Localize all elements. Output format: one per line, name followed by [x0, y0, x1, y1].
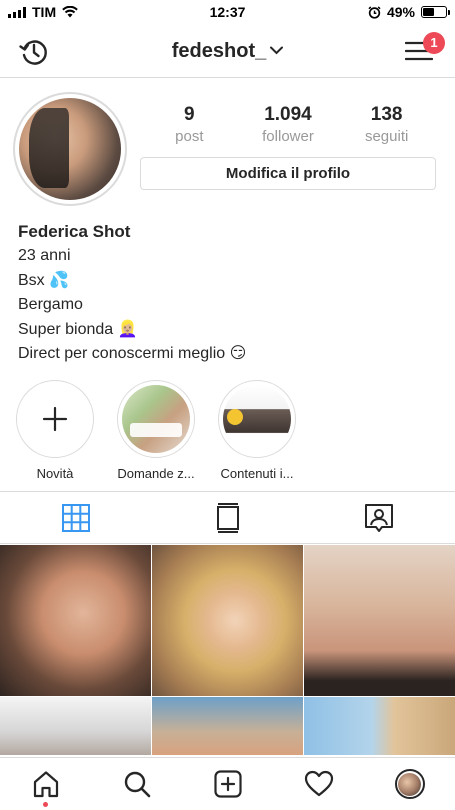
post-thumbnail[interactable] — [0, 697, 151, 755]
tagged-user-icon — [365, 503, 394, 532]
alarm-clock-icon — [368, 5, 381, 19]
stat-value: 1.094 — [264, 104, 312, 125]
plus-icon — [42, 406, 68, 432]
highlight-label: Domande z... — [117, 466, 195, 481]
search-icon — [124, 771, 150, 798]
status-right: 49% — [368, 4, 450, 20]
grid-icon — [61, 503, 90, 532]
notification-badge: 1 — [423, 32, 445, 54]
username-title: fedeshot_ — [171, 40, 267, 62]
stat-label: seguiti — [364, 128, 409, 145]
bio-line: 23 anni — [18, 247, 71, 264]
account-switcher[interactable]: fedeshot_ — [0, 40, 455, 63]
bio-line: Bergamo — [18, 296, 83, 313]
status-bar: TIM 12:37 49% — [0, 0, 455, 24]
nav-new-post[interactable] — [198, 759, 258, 809]
post-thumbnail[interactable] — [304, 545, 455, 696]
highlight-ring — [16, 380, 94, 458]
tab-feed[interactable] — [152, 492, 304, 543]
posts-grid — [0, 545, 455, 755]
highlight-ring — [117, 380, 195, 458]
profile-avatar-icon — [394, 769, 425, 799]
profile-stats: 9 post 1.094 follower 138 seguiti — [140, 104, 436, 145]
stat-label: post — [175, 128, 204, 145]
post-thumbnail[interactable] — [0, 545, 151, 696]
highlight-label: Contenuti i... — [220, 466, 294, 481]
nav-home[interactable] — [16, 759, 76, 809]
home-icon — [33, 771, 58, 798]
battery-level — [423, 8, 434, 16]
post-thumbnail[interactable] — [152, 697, 303, 755]
tab-tagged[interactable] — [303, 492, 455, 543]
feed-list-icon — [216, 502, 239, 533]
stat-label: follower — [262, 128, 314, 145]
bio-line: Direct per conoscermi meglio 😏 — [18, 345, 247, 362]
tab-grid[interactable] — [0, 492, 152, 543]
story-highlights: Novità Domande z... Contenuti i... — [14, 380, 455, 481]
stat-value: 9 — [184, 104, 195, 125]
add-post-icon — [213, 770, 242, 798]
post-thumbnail[interactable] — [152, 545, 303, 696]
emoji-face-icon — [227, 409, 243, 425]
highlight-domande[interactable]: Domande z... — [115, 380, 197, 481]
post-thumbnail[interactable] — [304, 697, 455, 755]
activity-dot — [43, 802, 48, 807]
bottom-navigation — [0, 757, 455, 810]
heart-icon — [304, 770, 333, 797]
highlight-label: Novità — [36, 466, 74, 481]
avatar-image — [19, 98, 121, 200]
profile-content-tabs — [0, 491, 455, 544]
profile-avatar[interactable] — [13, 92, 127, 206]
nav-search[interactable] — [107, 759, 167, 809]
stat-value: 138 — [370, 104, 403, 125]
stat-following[interactable]: 138 seguiti — [338, 104, 436, 145]
profile-bio: Federica Shot 23 anni Bsx 💦 Bergamo Supe… — [18, 220, 438, 367]
highlight-ring — [218, 380, 296, 458]
profile-header: fedeshot_ 1 — [0, 26, 455, 78]
battery-percent: 49% — [386, 4, 415, 20]
edit-profile-button[interactable]: Modifica il profilo — [140, 157, 436, 190]
chevron-down-icon — [270, 43, 284, 58]
bio-name: Federica Shot — [18, 222, 131, 241]
bio-line: Super bionda 👱🏼‍♀️ — [18, 320, 138, 338]
highlight-contenuti[interactable]: Contenuti i... — [216, 380, 298, 481]
stat-posts[interactable]: 9 post — [140, 104, 238, 145]
stat-followers[interactable]: 1.094 follower — [239, 104, 337, 145]
nav-profile[interactable] — [380, 759, 440, 809]
highlight-cover-image — [122, 385, 190, 453]
bio-line: Bsx 💦 — [18, 271, 70, 289]
highlight-new[interactable]: Novità — [14, 380, 96, 481]
highlight-cover-image — [223, 385, 291, 453]
nav-activity[interactable] — [289, 759, 349, 809]
battery-icon — [421, 6, 450, 18]
